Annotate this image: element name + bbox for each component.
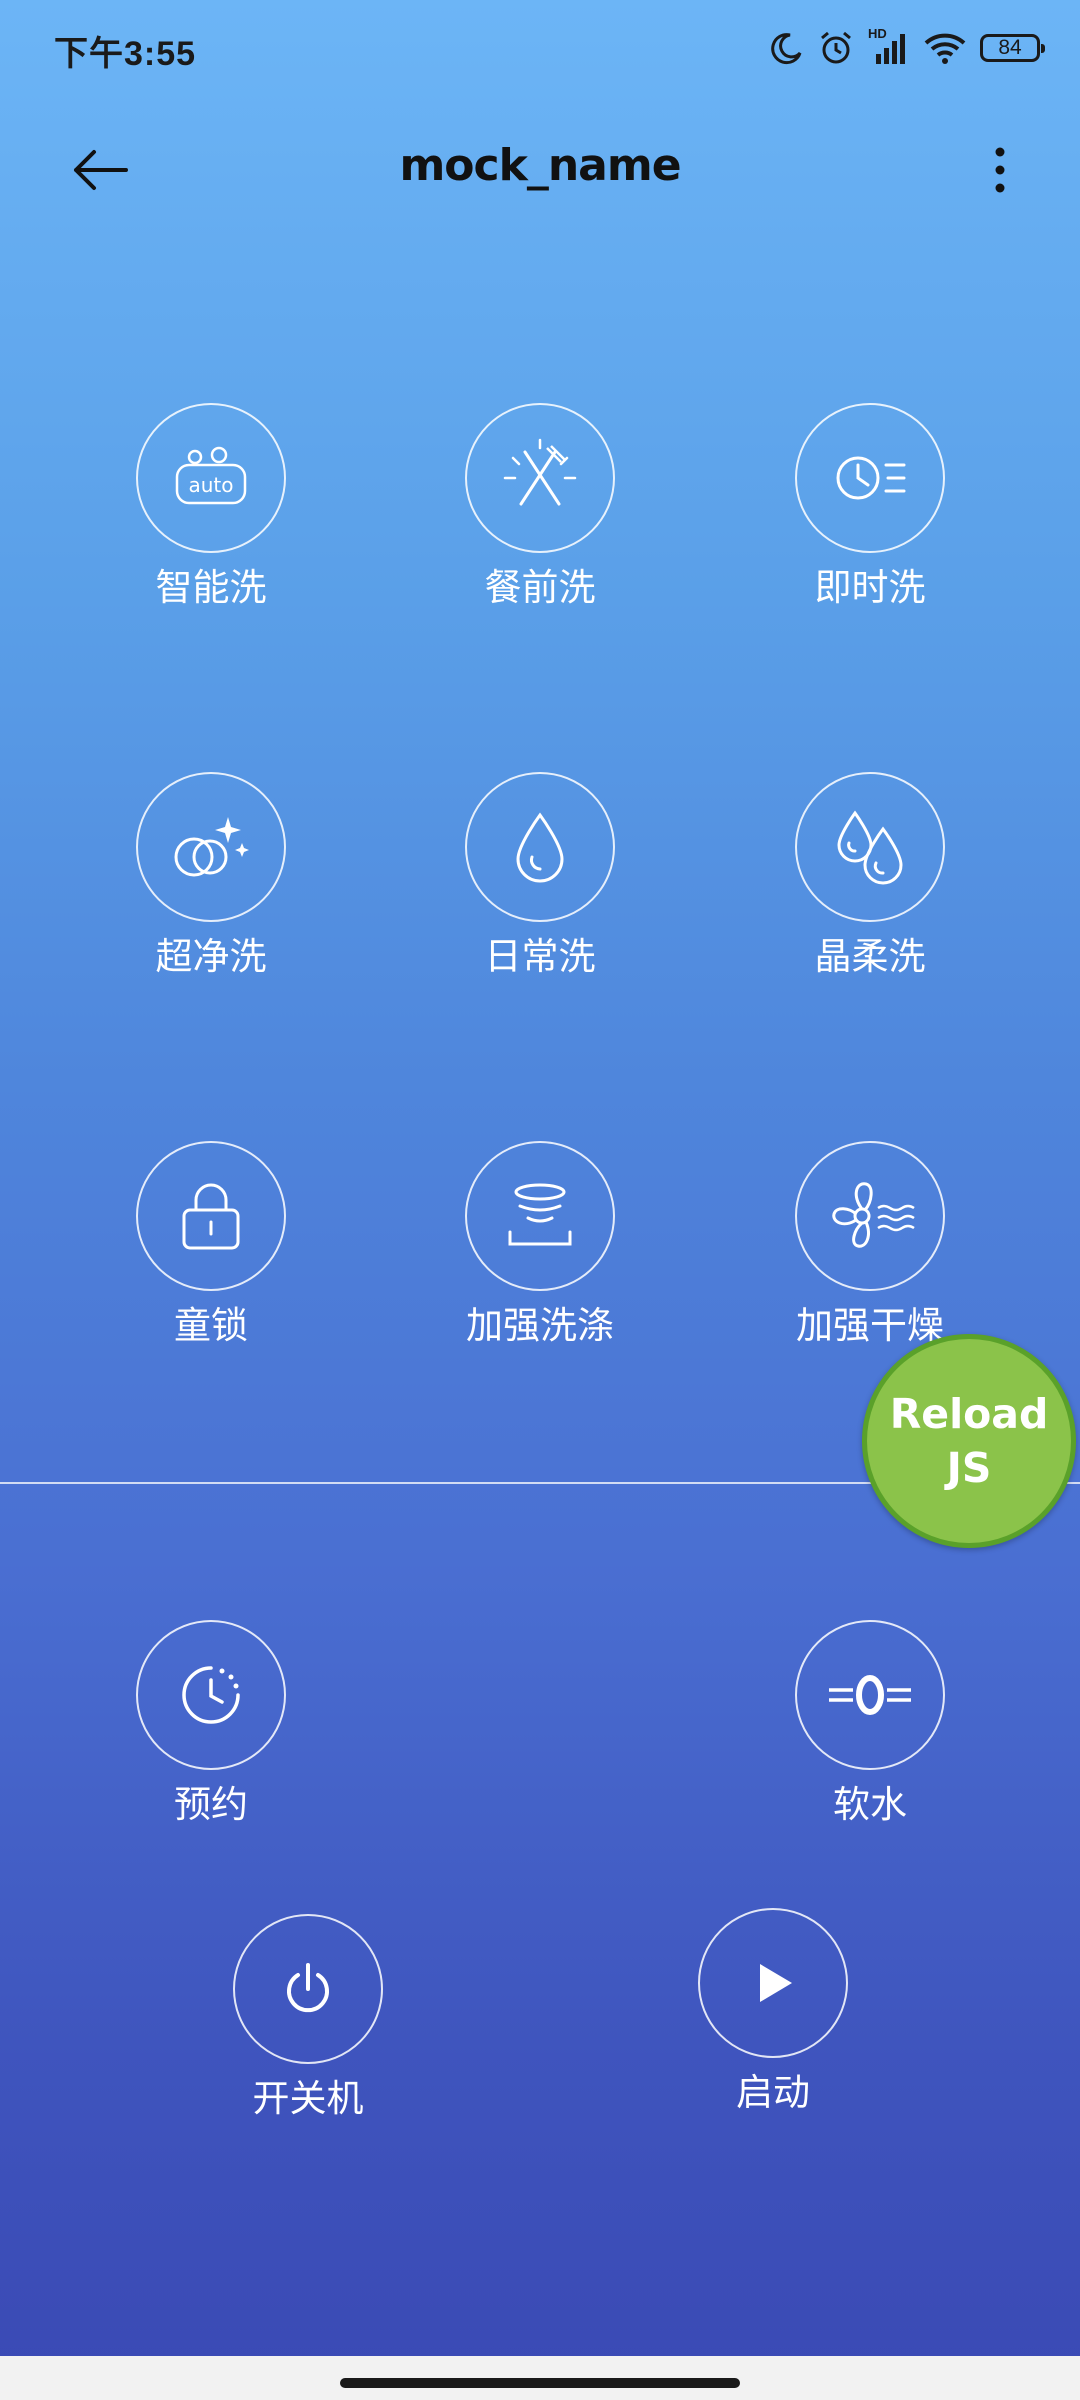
power-button[interactable]: 开关机 bbox=[188, 1914, 428, 2122]
mode-label: 加强洗涤 bbox=[466, 1304, 614, 1347]
control-label: 启动 bbox=[736, 2071, 810, 2114]
wifi-icon bbox=[924, 33, 966, 64]
status-icons: HD 84 bbox=[770, 26, 1045, 70]
mode-icon-circle[interactable] bbox=[465, 403, 615, 553]
mode-label: 童锁 bbox=[174, 1304, 248, 1347]
back-button[interactable] bbox=[60, 130, 140, 210]
mode-instant-wash[interactable]: 即时洗 bbox=[750, 403, 990, 611]
mode-label: 智能洗 bbox=[155, 566, 267, 609]
control-icon-circle[interactable] bbox=[233, 1914, 383, 2064]
function-label: 软水 bbox=[833, 1783, 907, 1826]
mode-icon-circle[interactable] bbox=[795, 1141, 945, 1291]
mode-icon-circle[interactable] bbox=[136, 772, 286, 922]
home-indicator[interactable] bbox=[340, 2378, 740, 2388]
sparkle-dishes-icon bbox=[174, 817, 249, 877]
mode-icon-circle[interactable] bbox=[465, 772, 615, 922]
double-drop-icon bbox=[837, 810, 903, 885]
svg-text:auto: auto bbox=[188, 473, 233, 497]
mode-label: 日常洗 bbox=[484, 935, 596, 978]
function-icon-circle[interactable] bbox=[795, 1620, 945, 1770]
mode-daily-wash[interactable]: 日常洗 bbox=[420, 772, 660, 980]
control-icon-circle[interactable] bbox=[698, 1908, 848, 2058]
quick-clock-icon bbox=[836, 456, 906, 500]
moon-icon bbox=[771, 33, 802, 65]
status-time: 下午3:55 bbox=[54, 35, 197, 73]
control-label: 开关机 bbox=[252, 2077, 364, 2120]
battery-level: 84 bbox=[998, 36, 1022, 59]
play-icon bbox=[760, 1964, 792, 2002]
timer-icon bbox=[182, 1666, 240, 1724]
battery-icon: 84 bbox=[980, 34, 1045, 62]
soft-water-button[interactable]: 软水 bbox=[750, 1620, 990, 1828]
mode-icon-circle[interactable]: auto bbox=[136, 403, 286, 553]
mode-icon-circle[interactable] bbox=[795, 772, 945, 922]
start-button[interactable]: 启动 bbox=[653, 1908, 893, 2116]
mode-crystal-soft-wash[interactable]: 晶柔洗 bbox=[750, 772, 990, 980]
reload-js-button[interactable]: Reload JS bbox=[862, 1334, 1076, 1548]
mode-child-lock[interactable]: 童锁 bbox=[91, 1141, 331, 1349]
mode-ultra-clean-wash[interactable]: 超净洗 bbox=[91, 772, 331, 980]
mode-label: 超净洗 bbox=[155, 935, 267, 978]
mode-enhanced-wash[interactable]: 加强洗涤 bbox=[420, 1141, 660, 1349]
spray-bowl-icon bbox=[508, 1183, 572, 1246]
cutlery-icon bbox=[503, 438, 577, 506]
soft-water-icon bbox=[829, 1675, 911, 1715]
power-icon bbox=[287, 1963, 329, 2013]
reload-line2: JS bbox=[946, 1444, 992, 1492]
alarm-icon bbox=[821, 31, 851, 64]
lock-icon bbox=[182, 1183, 240, 1250]
mode-icon-circle[interactable] bbox=[136, 1141, 286, 1291]
mode-pre-meal-wash[interactable]: 餐前洗 bbox=[420, 403, 660, 611]
reload-line1: Reload bbox=[889, 1390, 1049, 1438]
mode-label: 加强干燥 bbox=[796, 1304, 944, 1347]
water-drop-icon bbox=[516, 812, 564, 883]
mode-label: 即时洗 bbox=[814, 566, 926, 609]
function-label: 预约 bbox=[174, 1783, 248, 1826]
back-arrow-icon bbox=[74, 150, 128, 190]
auto-wash-icon: auto bbox=[175, 446, 247, 505]
cellular-signal-icon: HD bbox=[868, 26, 910, 66]
function-icon-circle[interactable] bbox=[136, 1620, 286, 1770]
mode-icon-circle[interactable] bbox=[795, 403, 945, 553]
more-vertical-icon bbox=[995, 147, 1005, 193]
more-options-button[interactable] bbox=[970, 130, 1030, 210]
mode-icon-circle[interactable] bbox=[465, 1141, 615, 1291]
mode-smart-wash[interactable]: auto 智能洗 bbox=[91, 403, 331, 611]
page-title: mock_name bbox=[399, 140, 681, 191]
fan-dry-icon bbox=[832, 1182, 915, 1248]
mode-label: 晶柔洗 bbox=[814, 935, 926, 978]
mode-label: 餐前洗 bbox=[484, 566, 596, 609]
schedule-button[interactable]: 预约 bbox=[91, 1620, 331, 1828]
mode-enhanced-dry[interactable]: 加强干燥 bbox=[750, 1141, 990, 1349]
